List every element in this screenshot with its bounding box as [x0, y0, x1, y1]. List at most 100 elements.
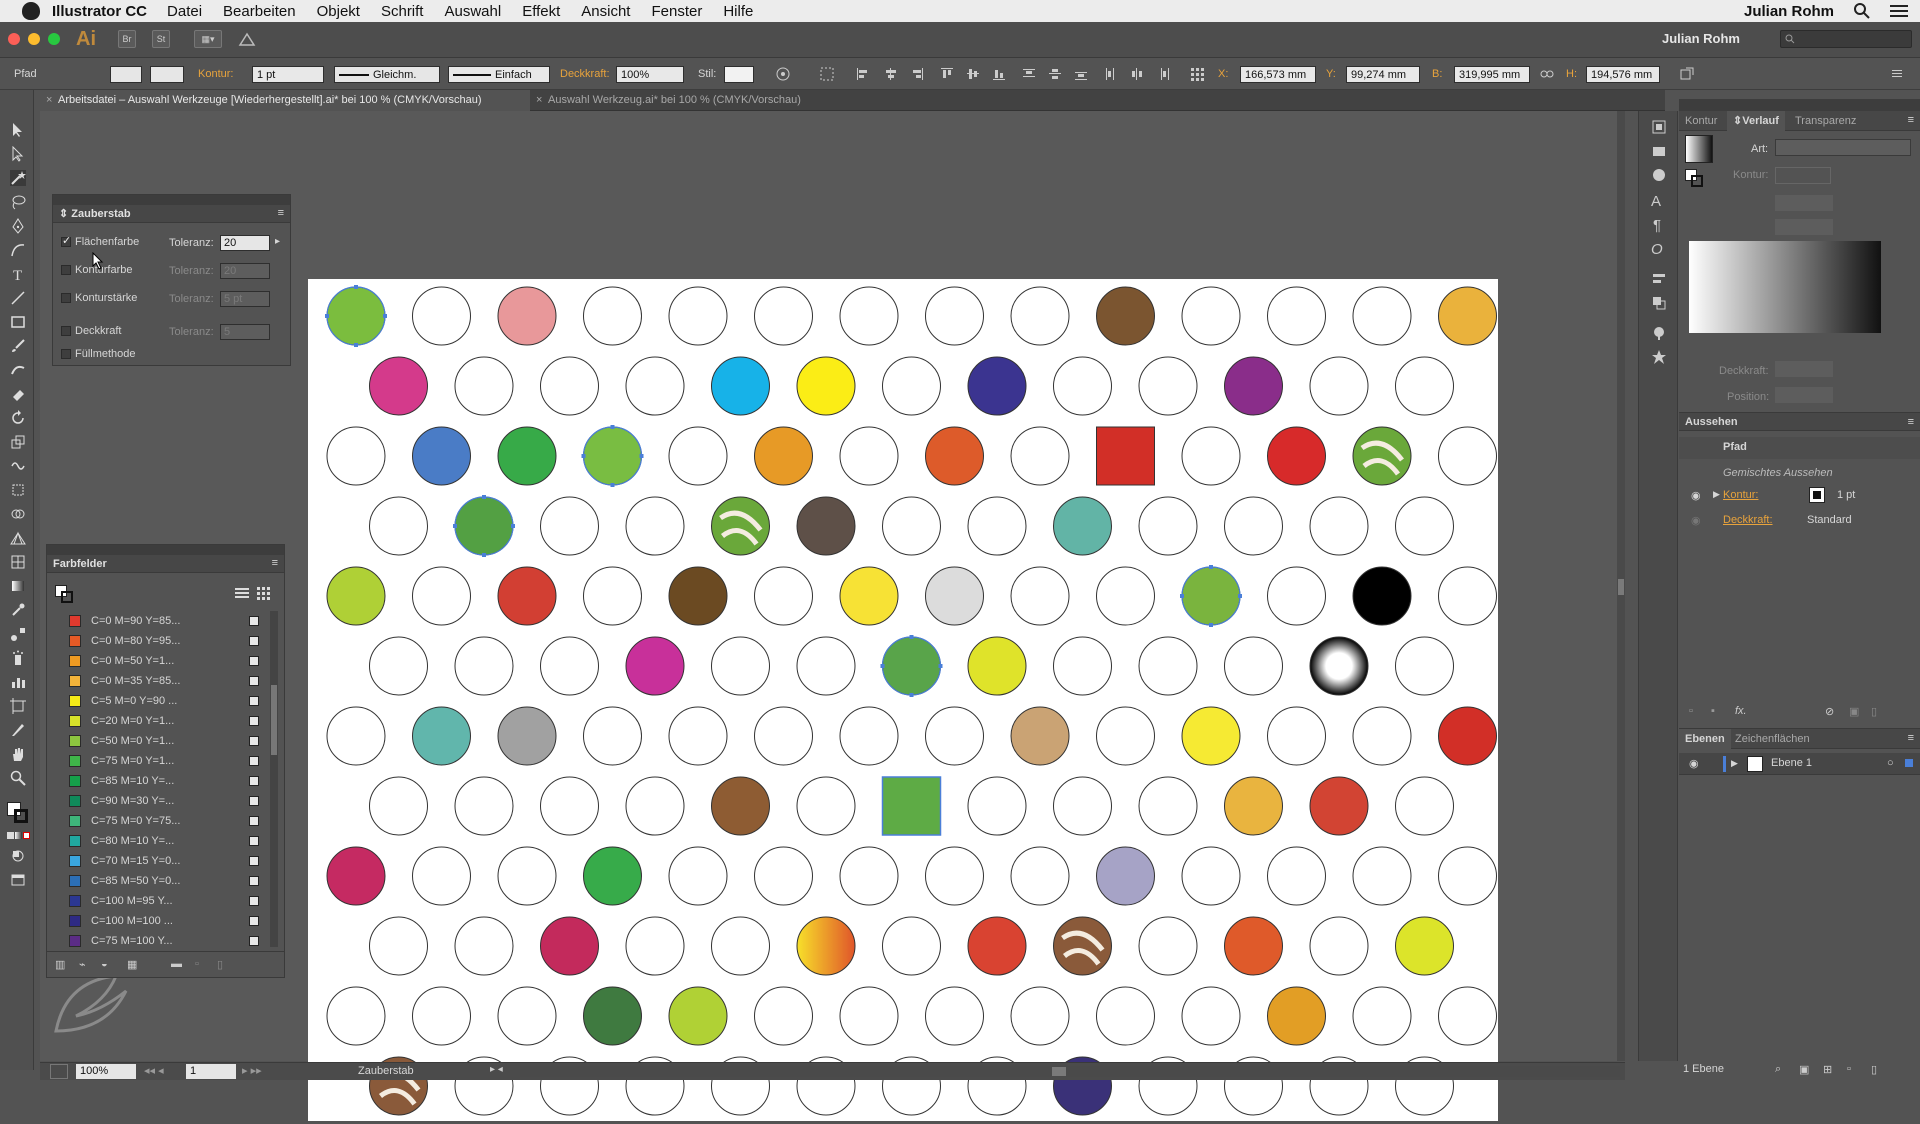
filled-circle[interactable] [1181, 706, 1241, 766]
menu-bearbeiten[interactable]: Bearbeiten [223, 3, 296, 20]
empty-circle[interactable] [1181, 286, 1241, 346]
empty-circle[interactable] [369, 636, 428, 696]
filled-circle[interactable] [1224, 916, 1283, 976]
anchor-point[interactable] [1238, 594, 1242, 598]
filled-circle[interactable] [967, 916, 1027, 976]
filled-circle[interactable] [711, 496, 770, 556]
eraser-tool-icon[interactable] [10, 386, 26, 402]
app-name-menu[interactable]: Illustrator CC [52, 3, 147, 20]
filled-circle[interactable] [668, 566, 728, 626]
align-middle-icon[interactable] [966, 67, 980, 81]
layer-expand-arrow-icon[interactable]: ▶ [1731, 758, 1738, 769]
align-right-icon[interactable] [910, 67, 924, 81]
empty-circle[interactable] [967, 496, 1027, 556]
artwork-canvas[interactable] [308, 279, 1498, 1121]
swatch-row[interactable]: C=85 M=50 Y=0... [47, 871, 267, 891]
distribute-left-icon[interactable] [1104, 67, 1118, 81]
empty-circle[interactable] [1138, 916, 1198, 976]
filled-circle[interactable] [369, 356, 428, 416]
empty-circle[interactable] [1224, 636, 1283, 696]
magic-wand-tool-icon[interactable] [10, 170, 26, 186]
tab-ebenen[interactable]: Ebenen [1679, 729, 1731, 749]
swatch-row[interactable]: C=85 M=10 Y=... [47, 771, 267, 791]
anchor-point[interactable] [511, 524, 515, 528]
filled-circle[interactable] [925, 566, 984, 626]
swatch-list-scrollbar[interactable] [270, 611, 278, 947]
filled-circle[interactable] [796, 356, 856, 416]
width-field[interactable]: 319,995 mm [1454, 66, 1530, 83]
filled-circle[interactable] [967, 636, 1027, 696]
layer-name[interactable]: Ebene 1 [1771, 757, 1812, 769]
magic-wand-panel-title[interactable]: ⇕ Zauberstab [53, 205, 290, 223]
anchor-point[interactable] [325, 314, 329, 318]
appearance-panel-header[interactable]: Aussehen ≡ [1679, 413, 1920, 431]
document-tab[interactable]: × Auswahl Werkzeug.ai* bei 100 % (CMYK/V… [530, 90, 850, 111]
empty-circle[interactable] [369, 776, 428, 836]
appearance-stroke-weight[interactable]: 1 pt [1837, 489, 1855, 501]
stroke-color-swatch[interactable] [14, 809, 28, 823]
swatch-dock-icon[interactable] [1651, 143, 1667, 159]
graphic-style-picker[interactable] [724, 66, 754, 83]
x-position-field[interactable]: 166,573 mm [1240, 66, 1316, 83]
gpu-performance-icon[interactable] [238, 31, 256, 49]
empty-circle[interactable] [625, 496, 685, 556]
distribute-right-icon[interactable] [1156, 67, 1170, 81]
empty-circle[interactable] [412, 566, 471, 626]
filled-circle[interactable] [1309, 776, 1369, 836]
swatch-row[interactable]: C=75 M=0 Y=1... [47, 751, 267, 771]
empty-circle[interactable] [1438, 566, 1497, 626]
filled-circle[interactable] [1010, 706, 1070, 766]
empty-circle[interactable] [1010, 846, 1070, 906]
horizontal-scrollbar[interactable] [520, 1066, 1620, 1077]
deckkraft-checkbox[interactable] [61, 326, 71, 336]
empty-circle[interactable] [1138, 636, 1198, 696]
direct-selection-tool-icon[interactable] [10, 146, 26, 162]
anchor-point[interactable] [354, 285, 358, 289]
column-graph-tool-icon[interactable] [10, 674, 26, 690]
empty-circle[interactable] [1352, 286, 1412, 346]
scale-tool-icon[interactable] [10, 434, 26, 450]
expand-arrow-icon[interactable]: ▶ [1713, 489, 1720, 500]
empty-circle[interactable] [1010, 986, 1070, 1046]
empty-circle[interactable] [540, 356, 599, 416]
empty-circle[interactable] [369, 916, 428, 976]
pathfinder-icon[interactable] [1651, 295, 1667, 311]
delete-swatch-icon[interactable]: ▯ [217, 958, 223, 971]
menu-auswahl[interactable]: Auswahl [444, 3, 501, 20]
artwork-square[interactable] [1096, 426, 1155, 486]
empty-circle[interactable] [1267, 706, 1326, 766]
empty-circle[interactable] [839, 706, 899, 766]
list-view-icon[interactable] [233, 585, 251, 601]
empty-circle[interactable] [1096, 706, 1155, 766]
filled-circle[interactable] [583, 846, 642, 906]
paragraph-icon[interactable]: ¶ [1653, 217, 1661, 234]
empty-circle[interactable] [454, 916, 514, 976]
menubar-user[interactable]: Julian Rohm [1744, 3, 1834, 20]
anchor-point[interactable] [909, 693, 914, 697]
empty-circle[interactable] [1309, 496, 1369, 556]
anchor-point[interactable] [482, 553, 486, 557]
artboard-tool-icon[interactable] [10, 698, 26, 714]
empty-circle[interactable] [454, 636, 514, 696]
anchor-point[interactable] [1209, 623, 1213, 627]
filled-circle[interactable] [497, 566, 557, 626]
filled-circle[interactable] [1053, 916, 1112, 976]
swatch-row[interactable]: C=50 M=0 Y=1... [47, 731, 267, 751]
drawing-modes-icon[interactable] [10, 848, 26, 864]
filled-circle[interactable] [1352, 566, 1412, 626]
empty-circle[interactable] [1010, 566, 1070, 626]
gradient-mode-icon[interactable] [15, 832, 22, 839]
empty-circle[interactable] [754, 846, 813, 906]
rotate-view-icon[interactable] [50, 1064, 68, 1079]
swatch-row[interactable]: C=100 M=100 ... [47, 911, 267, 931]
current-tool-status[interactable]: Zauberstab [358, 1065, 414, 1077]
warp-tool-icon[interactable] [10, 458, 26, 474]
swatch-row[interactable]: C=5 M=0 Y=90 ... [47, 691, 267, 711]
visibility-eye-icon[interactable]: ◉ [1691, 514, 1701, 527]
panel-grip[interactable] [47, 545, 284, 555]
filled-circle[interactable] [326, 566, 386, 626]
lasso-tool-icon[interactable] [10, 194, 26, 210]
perspective-grid-tool-icon[interactable] [10, 530, 26, 546]
shaper-tool-icon[interactable] [10, 362, 26, 378]
artwork-square[interactable] [881, 776, 942, 836]
